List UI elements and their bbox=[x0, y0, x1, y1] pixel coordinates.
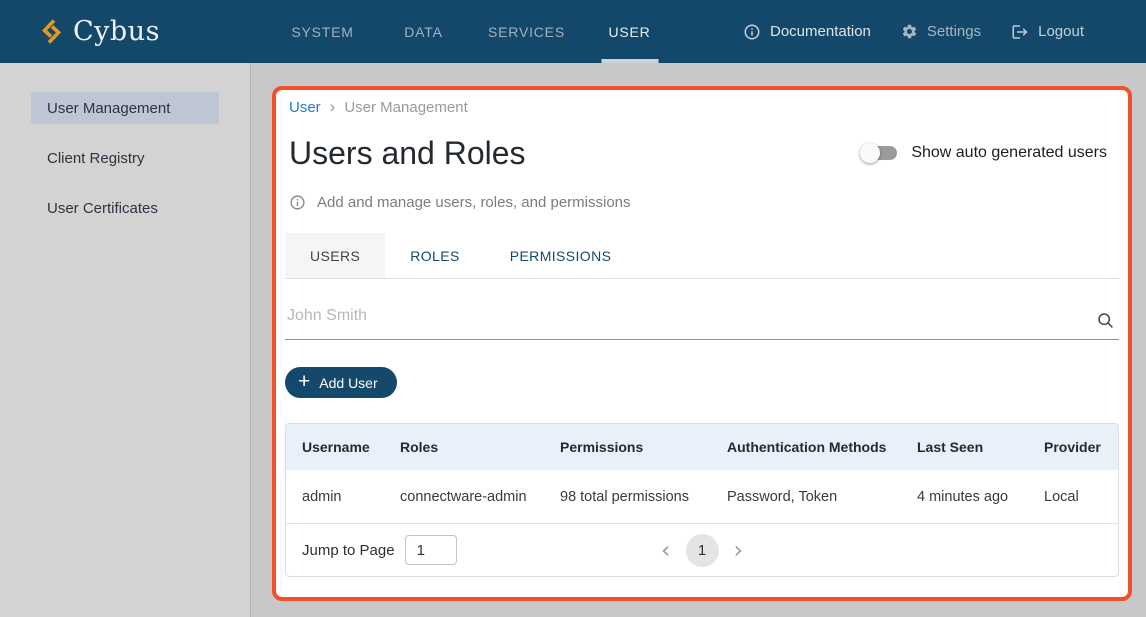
column-header-roles: Roles bbox=[400, 439, 560, 455]
settings-label: Settings bbox=[927, 23, 981, 40]
logout-label: Logout bbox=[1038, 23, 1084, 40]
sidebar: User Management Client Registry User Cer… bbox=[0, 63, 251, 617]
info-outline-icon bbox=[289, 194, 306, 211]
add-user-label: Add User bbox=[319, 375, 377, 391]
documentation-link[interactable]: Documentation bbox=[743, 23, 871, 41]
tab-permissions[interactable]: PERMISSIONS bbox=[485, 233, 637, 278]
next-page-icon[interactable]: › bbox=[734, 540, 744, 560]
sidebar-item-client-registry[interactable]: Client Registry bbox=[31, 142, 219, 174]
brand[interactable]: Cybus bbox=[40, 16, 160, 47]
plus-icon: + bbox=[298, 372, 310, 392]
current-page-button[interactable]: 1 bbox=[686, 534, 719, 567]
jump-to-page-label: Jump to Page bbox=[302, 542, 395, 559]
nav-item-data[interactable]: DATA bbox=[373, 0, 474, 63]
content-area: User Management Client Registry User Cer… bbox=[0, 63, 1146, 617]
toggle-thumb bbox=[860, 143, 880, 163]
sidebar-item-user-certificates[interactable]: User Certificates bbox=[31, 192, 219, 224]
documentation-label: Documentation bbox=[770, 23, 871, 40]
table-header-row: Username Roles Permissions Authenticatio… bbox=[286, 424, 1118, 470]
search-row bbox=[285, 299, 1119, 340]
tab-roles[interactable]: ROLES bbox=[385, 233, 484, 278]
column-header-permissions: Permissions bbox=[560, 439, 727, 455]
page-title: Users and Roles bbox=[289, 132, 526, 174]
main-nav: SYSTEM DATA SERVICES USER bbox=[272, 0, 680, 63]
nav-item-system[interactable]: SYSTEM bbox=[272, 0, 373, 63]
cell-last-seen: 4 minutes ago bbox=[917, 489, 1044, 505]
brand-name: Cybus bbox=[73, 16, 160, 47]
cell-permissions: 98 total permissions bbox=[560, 489, 727, 505]
breadcrumb-current: User Management bbox=[344, 99, 467, 116]
breadcrumb-parent-link[interactable]: User bbox=[289, 99, 321, 116]
settings-link[interactable]: Settings bbox=[901, 23, 981, 40]
previous-page-icon[interactable]: ‹ bbox=[661, 540, 671, 560]
main-area: User › User Management Users and Roles S… bbox=[251, 63, 1146, 617]
column-header-last-seen: Last Seen bbox=[917, 439, 1044, 455]
sidebar-item-user-management[interactable]: User Management bbox=[31, 92, 219, 124]
gear-icon bbox=[901, 23, 918, 40]
tab-bar: USERS ROLES PERMISSIONS bbox=[285, 233, 1119, 278]
jump-to-page-input[interactable] bbox=[405, 535, 457, 565]
navbar-actions: Documentation Settings Logout bbox=[743, 0, 1084, 63]
nav-item-services[interactable]: SERVICES bbox=[474, 0, 579, 63]
pager-controls: ‹ 1 › bbox=[661, 534, 743, 567]
column-header-auth-methods: Authentication Methods bbox=[727, 439, 917, 455]
breadcrumb: User › User Management bbox=[289, 98, 1119, 116]
column-header-username: Username bbox=[302, 439, 400, 455]
tabs-divider bbox=[285, 278, 1119, 279]
top-navbar: Cybus SYSTEM DATA SERVICES USER Document… bbox=[0, 0, 1146, 63]
auto-generated-users-toggle[interactable] bbox=[863, 146, 897, 160]
cell-auth-methods: Password, Token bbox=[727, 489, 917, 505]
table-row[interactable]: admin connectware-admin 98 total permiss… bbox=[286, 470, 1118, 524]
users-table: Username Roles Permissions Authenticatio… bbox=[285, 423, 1119, 577]
toggle-label: Show auto generated users bbox=[911, 144, 1107, 162]
add-user-button[interactable]: + Add User bbox=[285, 367, 397, 398]
title-row: Users and Roles Show auto generated user… bbox=[289, 132, 1119, 174]
nav-item-user[interactable]: USER bbox=[579, 0, 680, 63]
logout-link[interactable]: Logout bbox=[1011, 23, 1084, 41]
breadcrumb-chevron-icon: › bbox=[330, 100, 336, 114]
page-subtitle: Add and manage users, roles, and permiss… bbox=[317, 194, 631, 211]
info-circle-icon bbox=[743, 23, 761, 41]
cell-username: admin bbox=[302, 489, 400, 505]
logout-icon bbox=[1011, 23, 1029, 41]
tab-users[interactable]: USERS bbox=[285, 233, 385, 278]
search-icon[interactable] bbox=[1096, 311, 1115, 330]
cell-roles: connectware-admin bbox=[400, 489, 560, 505]
pagination-row: Jump to Page ‹ 1 › bbox=[286, 524, 1118, 576]
column-header-provider: Provider bbox=[1044, 439, 1102, 455]
highlighted-panel: User › User Management Users and Roles S… bbox=[272, 86, 1132, 601]
auto-generated-users-toggle-group: Show auto generated users bbox=[863, 144, 1107, 162]
search-input[interactable] bbox=[285, 299, 1119, 339]
subtitle-row: Add and manage users, roles, and permiss… bbox=[289, 192, 1119, 212]
cybus-logo-icon bbox=[40, 18, 63, 45]
cell-provider: Local bbox=[1044, 489, 1102, 505]
